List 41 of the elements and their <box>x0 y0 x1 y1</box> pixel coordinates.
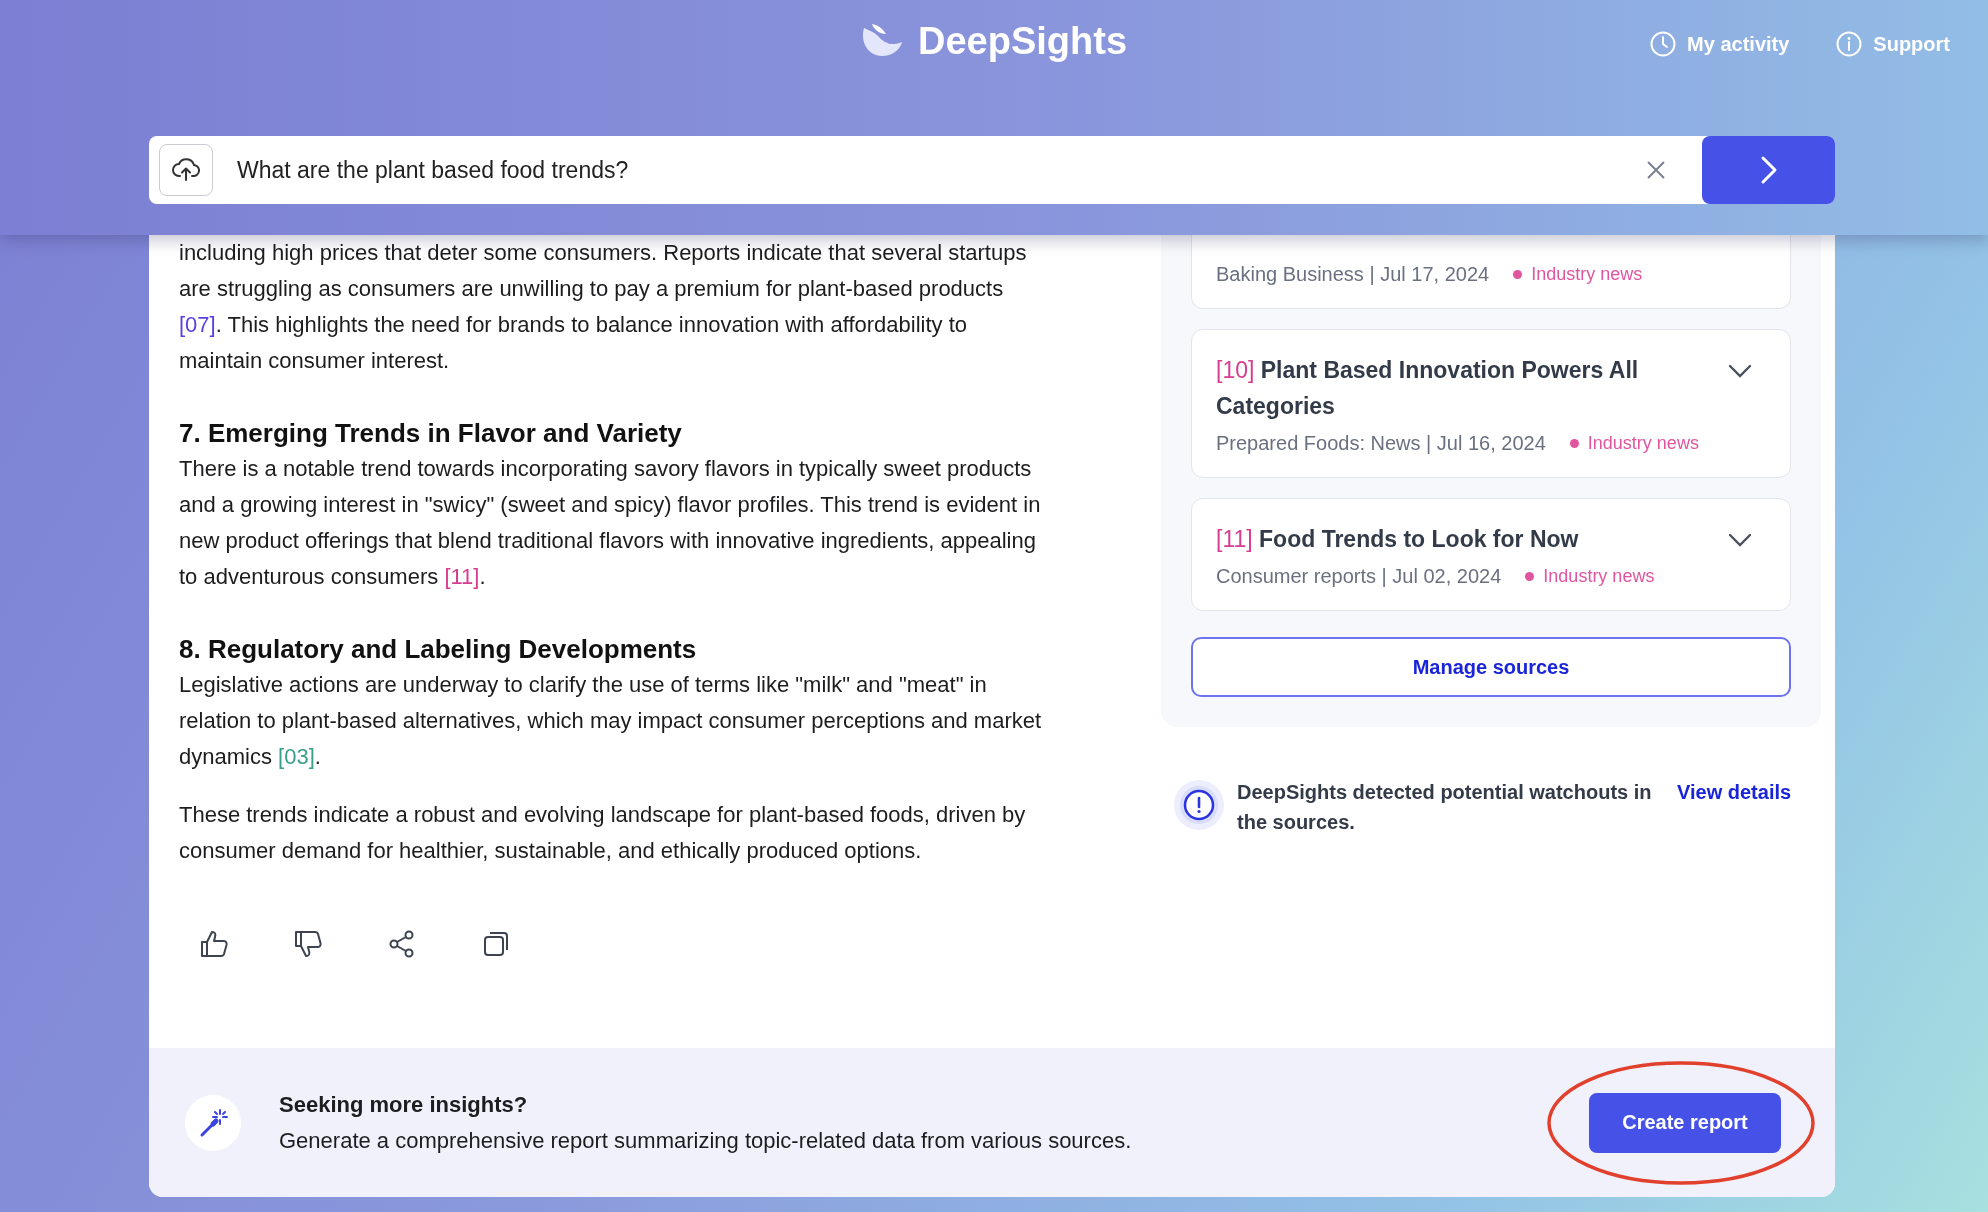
answer-paragraph: These trends indicate a robust and evolving landscape for plant-based foods, driven by consumer demand for healthier, sustainable, and ethically produced options. <box>179 801 1027 865</box>
section-heading: 8. Regulatory and Labeling Developments <box>179 633 698 666</box>
insights-description: Generate a comprehensive report summarizing topic-related data from various sources. <box>279 1127 1133 1154</box>
chevron-down-icon[interactable] <box>1728 533 1752 547</box>
source-tag: Industry news <box>1543 566 1655 587</box>
upload-icon <box>172 157 200 183</box>
chevron-down-icon[interactable] <box>1728 364 1752 378</box>
search-bar[interactable]: What are the plant based food trends? <box>149 136 1835 204</box>
source-card[interactable]: [10] Plant Based Innovation Powers All Categories Prepared Foods: News | Jul 16, 2024 Industry news <box>1191 329 1791 478</box>
answer-paragraph: including high prices that deter some consumers. Reports indicate that several startups are struggling as consumers are unwilling to pay a premium for plant-based products [07]. This highlights the need for brands to balance innovation with affordability to maintain consumer interest. <box>179 239 1028 375</box>
search-field[interactable]: What are the plant based food trends? <box>235 155 1646 185</box>
upload-button[interactable] <box>159 144 213 196</box>
source-card[interactable]: Baking Business | Jul 17, 2024 Industry news <box>1191 235 1791 309</box>
view-details-link[interactable]: View details <box>1677 777 1792 807</box>
answer-paragraph: There is a notable trend towards incorporating savory flavors in typically sweet products and a growing interest in "swicy" (sweet and spicy) flavor profiles. This trend is evident in new product offerings that blend traditional flavors with innovative ingredients, appealing to adventurous consumers [11]. <box>179 455 1042 591</box>
brand-name: DeepSights <box>918 20 1128 63</box>
section-heading: 7. Emerging Trends in Flavor and Variety <box>179 417 683 450</box>
answer-paragraph: Legislative actions are underway to clarify the use of terms like "milk" and "meat" in relation to plant-based alternatives, which may impact consumer perceptions and market dynamics [03]. <box>179 671 1043 771</box>
source-meta: Prepared Foods: News | Jul 16, 2024 <box>1216 432 1546 455</box>
alert-icon <box>1173 779 1225 831</box>
magic-wand-icon <box>185 1094 241 1151</box>
create-report-button[interactable]: Create report <box>1589 1092 1781 1153</box>
source-title: [11] Food Trends to Look for Now <box>1216 525 1580 554</box>
source-title: [10] Plant Based Innovation Powers All Categories <box>1216 356 1640 421</box>
insights-title: Seeking more insights? <box>279 1091 529 1118</box>
citation-link[interactable]: [07] <box>179 312 216 337</box>
clock-icon <box>1649 30 1678 58</box>
manage-sources-button[interactable]: Manage sources <box>1191 637 1791 697</box>
close-icon[interactable] <box>1646 160 1666 180</box>
copy-icon[interactable] <box>481 929 511 959</box>
thumbs-up-icon[interactable] <box>199 929 229 959</box>
source-meta: Consumer reports | Jul 02, 2024 <box>1216 565 1502 588</box>
citation-link[interactable]: [03] <box>278 744 315 769</box>
source-tag: Industry news <box>1531 264 1643 285</box>
source-tag: Industry news <box>1587 433 1699 454</box>
citation-link[interactable]: [11] <box>444 564 480 589</box>
watchout-message: DeepSights detected potential watchouts in the sources. <box>1237 780 1653 835</box>
info-icon <box>1835 30 1864 58</box>
source-card[interactable]: [11] Food Trends to Look for Now Consumer reports | Jul 02, 2024 Industry news <box>1191 498 1791 611</box>
source-meta: Baking Business | Jul 17, 2024 <box>1216 263 1490 286</box>
thumbs-down-icon[interactable] <box>293 929 323 959</box>
